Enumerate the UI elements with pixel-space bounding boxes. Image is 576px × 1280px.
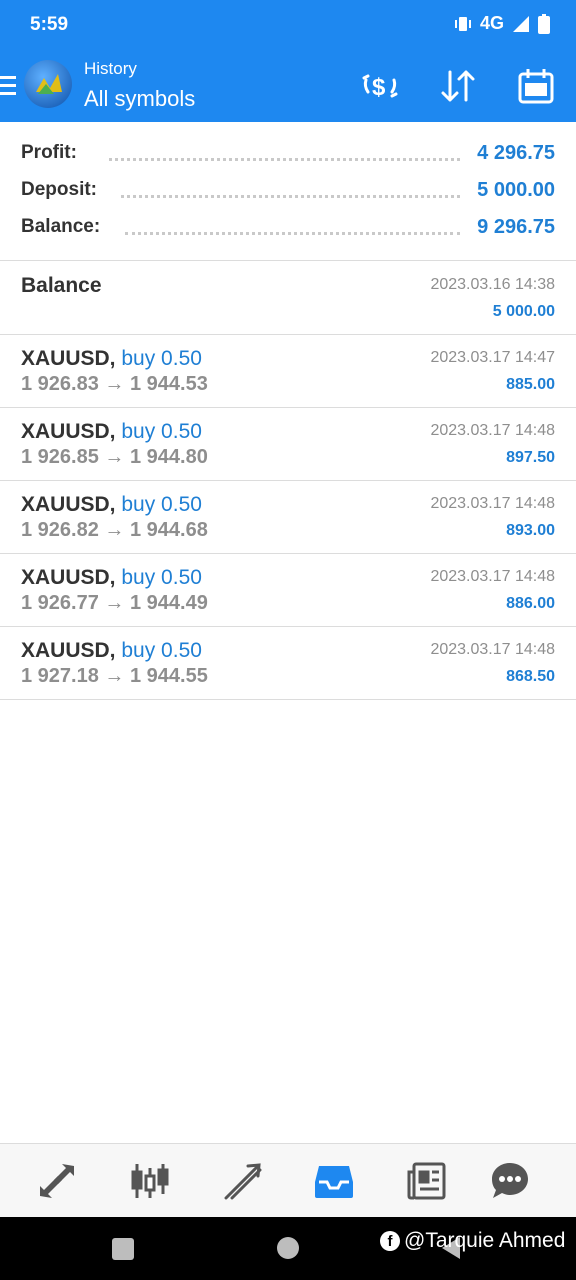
trade-symbol: XAUUSD, (21, 566, 116, 589)
trade-prices: 1 926.83 → 1 944.53 (21, 373, 208, 395)
balance-entry-time: 2023.03.16 14:38 (430, 276, 555, 293)
trade-side: buy 0.50 (121, 493, 202, 516)
status-time: 5:59 (30, 14, 69, 35)
history-icon[interactable] (313, 1160, 355, 1202)
deposit-label: Deposit: (21, 179, 103, 201)
chart-icon[interactable] (129, 1160, 171, 1202)
account-summary: Profit: 4 296.75 Deposit: 5 000.00 Balan… (0, 122, 576, 261)
trade-profit: 868.50 (506, 668, 555, 685)
trade-side: buy 0.50 (121, 566, 202, 589)
svg-text:$: $ (372, 74, 386, 101)
watermark-text: @Tarquie Ahmed (404, 1229, 566, 1252)
trade-row[interactable]: XAUUSD, buy 0.50 1 926.85 → 1 944.80 202… (0, 408, 576, 481)
trade-time: 2023.03.17 14:48 (430, 495, 555, 512)
watermark: f @Tarquie Ahmed (380, 1229, 565, 1253)
balance-entry[interactable]: Balance 2023.03.16 14:38 5 000.00 (0, 262, 576, 335)
balance-entry-amount: 5 000.00 (492, 303, 555, 320)
trade-prices: 1 926.85 → 1 944.80 (21, 446, 208, 468)
trade-symbol: XAUUSD, (21, 639, 116, 662)
status-icons: 4G (454, 13, 550, 34)
sort-icon[interactable] (438, 66, 478, 106)
quotes-icon[interactable] (36, 1160, 78, 1202)
balance-row: Balance: 9 296.75 (21, 216, 555, 242)
system-nav-bar: f @Tarquie Ahmed (0, 1217, 576, 1280)
app-logo-icon (24, 60, 72, 108)
profit-label: Profit: (21, 142, 83, 164)
trade-prices: 1 927.18 → 1 944.55 (21, 665, 208, 687)
balance-value: 9 296.75 (469, 216, 555, 239)
screen-subtitle: History (84, 59, 137, 78)
currency-exchange-icon[interactable]: $ (360, 66, 400, 106)
news-icon[interactable] (406, 1160, 448, 1202)
trade-row[interactable]: XAUUSD, buy 0.50 1 926.82 → 1 944.68 202… (0, 481, 576, 554)
vibrate-icon (454, 16, 471, 31)
signal-icon (513, 15, 529, 32)
trade-profit: 897.50 (506, 449, 555, 466)
trade-symbol: XAUUSD, (21, 347, 116, 370)
trade-profit: 886.00 (506, 595, 555, 612)
trade-symbol: XAUUSD, (21, 493, 116, 516)
menu-icon[interactable] (0, 76, 16, 98)
trade-time: 2023.03.17 14:48 (430, 641, 555, 658)
history-list: Balance 2023.03.16 14:38 5 000.00 XAUUSD… (0, 262, 576, 700)
trade-time: 2023.03.17 14:48 (430, 422, 555, 439)
balance-entry-title: Balance (21, 274, 102, 297)
calendar-icon[interactable] (516, 66, 556, 106)
trade-side: buy 0.50 (121, 639, 202, 662)
deposit-value: 5 000.00 (469, 179, 555, 202)
trade-row[interactable]: XAUUSD, buy 0.50 1 926.77 → 1 944.49 202… (0, 554, 576, 627)
status-bar: 5:59 4G (0, 0, 576, 50)
deposit-row: Deposit: 5 000.00 (21, 179, 555, 205)
facebook-icon: f (380, 1231, 400, 1251)
battery-icon (538, 13, 550, 34)
balance-label: Balance: (21, 216, 107, 238)
app-bar: History All symbols $ (0, 50, 576, 122)
home-button[interactable] (277, 1237, 299, 1259)
recents-button[interactable] (112, 1238, 134, 1260)
trade-profit: 885.00 (506, 376, 555, 393)
trade-profit: 893.00 (506, 522, 555, 539)
screen-title[interactable]: All symbols (84, 86, 195, 112)
trade-time: 2023.03.17 14:47 (430, 349, 555, 366)
trade-symbol: XAUUSD, (21, 420, 116, 443)
trade-time: 2023.03.17 14:48 (430, 568, 555, 585)
trade-icon[interactable] (222, 1160, 264, 1202)
trade-row[interactable]: XAUUSD, buy 0.50 1 926.83 → 1 944.53 202… (0, 335, 576, 408)
trade-prices: 1 926.77 → 1 944.49 (21, 592, 208, 614)
trade-side: buy 0.50 (121, 347, 202, 370)
bottom-nav (0, 1143, 576, 1217)
chat-icon[interactable] (489, 1160, 531, 1202)
network-label: 4G (479, 13, 504, 33)
profit-row: Profit: 4 296.75 (21, 142, 555, 168)
trade-side: buy 0.50 (121, 420, 202, 443)
trade-row[interactable]: XAUUSD, buy 0.50 1 927.18 → 1 944.55 202… (0, 627, 576, 700)
profit-value: 4 296.75 (469, 142, 555, 165)
trade-prices: 1 926.82 → 1 944.68 (21, 519, 208, 541)
